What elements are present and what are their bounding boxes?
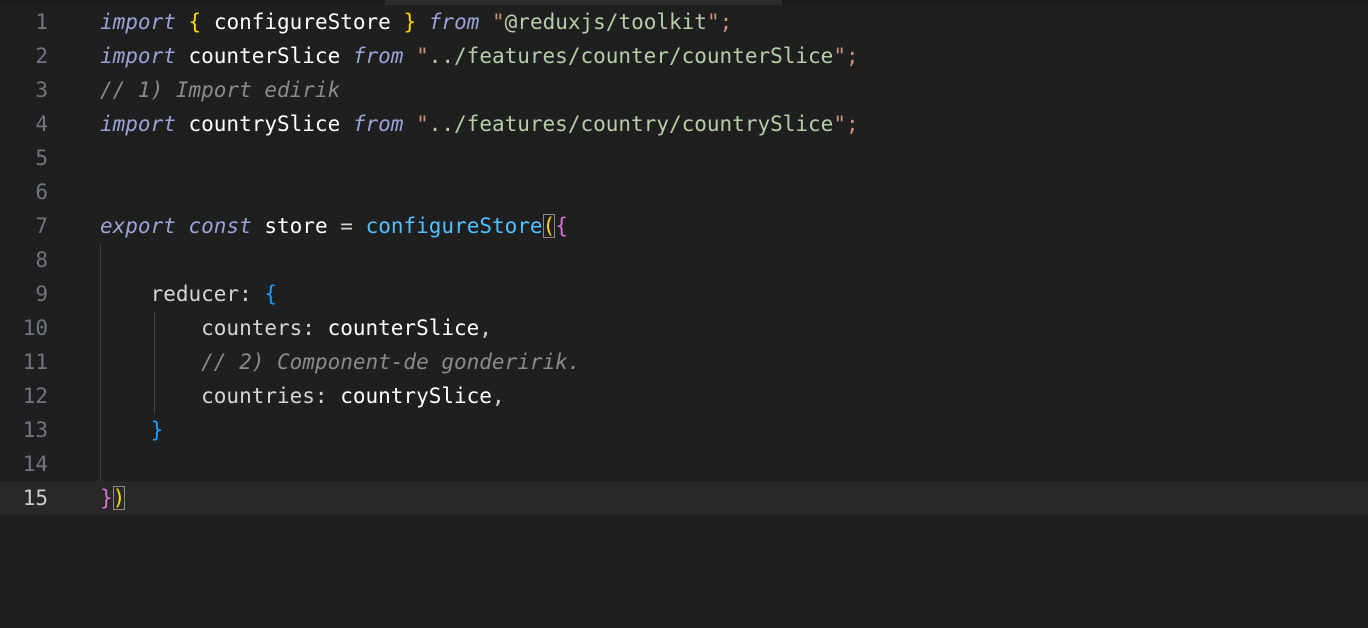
line-number: 11 [22,350,48,374]
code-line[interactable]: 14 [0,447,1368,481]
matched-bracket: ) [112,486,126,510]
line-content: import { configureStore } from "@reduxjs… [100,10,733,34]
line-content: import counterSlice from "../features/co… [100,44,859,68]
line-number: 6 [35,180,48,204]
current-code-line[interactable]: 15 }) [0,481,1368,515]
line-content: // 1) Import edirik [100,78,341,102]
matched-bracket: ( [542,214,556,238]
line-number: 4 [35,112,48,136]
line-content: export const store = configureStore({ [100,214,568,238]
code-line[interactable]: 8 [0,243,1368,277]
code-line[interactable]: 12 countries: countrySlice, [0,379,1368,413]
line-number: 8 [35,248,48,272]
line-number: 12 [22,384,48,408]
line-number: 9 [35,282,48,306]
code-line[interactable]: 5 [0,141,1368,175]
code-line[interactable]: 6 [0,175,1368,209]
code-line[interactable]: 9 reducer: { [0,277,1368,311]
line-number: 7 [35,214,48,238]
code-line[interactable]: 7 export const store = configureStore({ [0,209,1368,243]
code-editor[interactable]: 1 import { configureStore } from "@redux… [0,0,1368,628]
line-number: 5 [35,146,48,170]
line-content: } [150,418,164,442]
line-number: 14 [22,452,48,476]
line-content: reducer: { [100,282,278,306]
code-line[interactable]: 4 import countrySlice from "../features/… [0,107,1368,141]
code-line[interactable]: 2 import counterSlice from "../features/… [0,39,1368,73]
line-content: countries: countrySlice, [100,384,505,408]
line-content: counters: counterSlice, [100,316,492,340]
code-line[interactable]: 3 // 1) Import edirik [0,73,1368,107]
line-content: }) [100,486,126,510]
line-number: 2 [35,44,48,68]
code-line[interactable]: 10 counters: counterSlice, [0,311,1368,345]
line-number: 3 [35,78,48,102]
line-number: 13 [22,418,48,442]
line-content: // 2) Component-de gonderirik. [100,350,581,374]
code-line[interactable]: 13 } [0,413,1368,447]
code-line[interactable]: 11 // 2) Component-de gonderirik. [0,345,1368,379]
code-line[interactable]: 1 import { configureStore } from "@redux… [0,5,1368,39]
line-number: 1 [35,10,48,34]
line-content: import countrySlice from "../features/co… [100,112,859,136]
line-number: 10 [22,316,48,340]
line-number: 15 [22,486,48,510]
